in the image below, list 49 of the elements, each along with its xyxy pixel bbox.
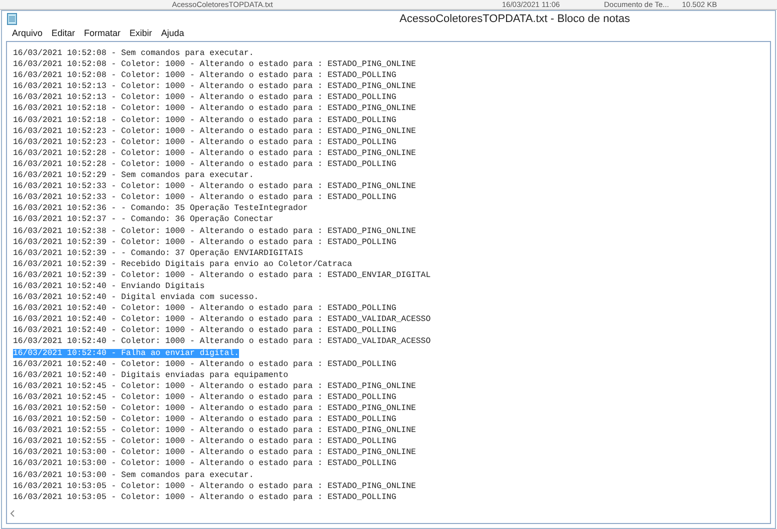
text-line: 16/03/2021 10:52:40 - Enviando Digitais bbox=[13, 282, 205, 291]
window-title: AcessoColetoresTOPDATA.txt - Bloco de notas bbox=[400, 12, 630, 27]
text-line: 16/03/2021 10:52:45 - Coletor: 1000 - Alterando o estado para : ESTADO_POLLING bbox=[13, 392, 396, 402]
text-line: 16/03/2021 10:52:29 - Sem comandos para executar. bbox=[13, 171, 254, 180]
text-line: 16/03/2021 10:53:00 - Coletor: 1000 - Alterando o estado para : ESTADO_PING_ONLINE bbox=[13, 448, 416, 458]
text-line: 16/03/2021 10:52:23 - Coletor: 1000 - Alterando o estado para : ESTADO_POLLING bbox=[13, 138, 396, 147]
text-line: 16/03/2021 10:52:23 - Coletor: 1000 - Alterando o estado para : ESTADO_PING_ONLINE bbox=[13, 126, 416, 136]
text-line: 16/03/2021 10:52:38 - Coletor: 1000 - Alterando o estado para : ESTADO_PING_ONLINE bbox=[13, 226, 416, 236]
text-line: 16/03/2021 10:52:50 - Coletor: 1000 - Alterando o estado para : ESTADO_POLLING bbox=[13, 415, 396, 424]
text-line: 16/03/2021 10:52:28 - Coletor: 1000 - Alterando o estado para : ESTADO_POLLING bbox=[13, 160, 396, 169]
text-line: 16/03/2021 10:52:40 - Digitais enviadas para equipamento bbox=[13, 370, 288, 380]
text-line: 16/03/2021 10:52:39 - Coletor: 1000 - Alterando o estado para : ESTADO_ENVIAR_DIGITAL bbox=[13, 270, 431, 280]
text-line: 16/03/2021 10:52:13 - Coletor: 1000 - Alterando o estado para : ESTADO_PING_ONLINE bbox=[13, 82, 416, 92]
text-line: 16/03/2021 10:52:39 - Coletor: 1000 - Alterando o estado para : ESTADO_POLLING bbox=[13, 238, 396, 247]
menu-item[interactable]: Exibir bbox=[130, 27, 152, 41]
text-line: 16/03/2021 10:52:33 - Coletor: 1000 - Alterando o estado para : ESTADO_POLLING bbox=[13, 193, 396, 202]
text-line: 16/03/2021 10:52:50 - Coletor: 1000 - Alterando o estado para : ESTADO_PING_ONLINE bbox=[13, 404, 416, 413]
text-line: 16/03/2021 10:53:00 - Sem comandos para executar. bbox=[13, 470, 254, 480]
text-line: 16/03/2021 10:52:39 - - Comando: 37 Operação ENVIARDIGITAIS bbox=[13, 248, 303, 258]
text-line: 16/03/2021 10:52:18 - Coletor: 1000 - Alterando o estado para : ESTADO_PING_ONLINE bbox=[13, 104, 416, 114]
text-line: 16/03/2021 10:52:36 - - Comando: 35 Operação TesteIntegrador bbox=[13, 204, 308, 214]
text-line: 16/03/2021 10:52:33 - Coletor: 1000 - Alterando o estado para : ESTADO_PING_ONLINE bbox=[13, 182, 416, 192]
text-line: 16/03/2021 10:53:05 - Coletor: 1000 - Alterando o estado para : ESTADO_POLLING bbox=[13, 492, 396, 502]
text-line: 16/03/2021 10:52:08 - Coletor: 1000 - Alterando o estado para : ESTADO_PING_ONLINE bbox=[13, 60, 416, 70]
menu-item[interactable]: Editar bbox=[52, 27, 76, 41]
text-area[interactable] bbox=[6, 41, 771, 524]
text-line: 16/03/2021 10:52:45 - Coletor: 1000 - Alterando o estado para : ESTADO_PING_ONLINE bbox=[13, 382, 416, 391]
text-line: 16/03/2021 10:52:13 - Coletor: 1000 - Alterando o estado para : ESTADO_POLLING bbox=[13, 93, 396, 102]
text-line: 16/03/2021 10:52:55 - Coletor: 1000 - Alterando o estado para : ESTADO_POLLING bbox=[13, 437, 396, 446]
text-line: 16/03/2021 10:52:37 - - Comando: 36 Operação Conectar bbox=[13, 215, 274, 224]
text-line: 16/03/2021 10:52:40 - Digital enviada com sucesso. bbox=[13, 293, 259, 302]
menu-item[interactable]: Formatar bbox=[84, 27, 121, 41]
text-line: 16/03/2021 10:52:40 - Coletor: 1000 - Alterando o estado para : ESTADO_POLLING bbox=[13, 326, 396, 336]
text-line: 16/03/2021 10:53:00 - Coletor: 1000 - Alterando o estado para : ESTADO_POLLING bbox=[13, 459, 396, 468]
text-line: 16/03/2021 10:52:40 - Coletor: 1000 - Alterando o estado para : ESTADO_VALIDAR_ACESSO bbox=[13, 337, 431, 346]
text-line: 16/03/2021 10:52:18 - Coletor: 1000 - Alterando o estado para : ESTADO_POLLING bbox=[13, 116, 396, 125]
text-line: 16/03/2021 10:52:40 - Coletor: 1000 - Alterando o estado para : ESTADO_POLLING bbox=[13, 360, 396, 369]
menu-item[interactable]: Arquivo bbox=[12, 27, 43, 41]
text-line: 16/03/2021 10:52:08 - Coletor: 1000 - Alterando o estado para : ESTADO_POLLING bbox=[13, 71, 396, 80]
text-line: 16/03/2021 10:52:55 - Coletor: 1000 - Alterando o estado para : ESTADO_PING_ONLINE bbox=[13, 426, 416, 436]
text-line: 16/03/2021 10:52:40 - Coletor: 1000 - Alterando o estado para : ESTADO_VALIDAR_ACESSO bbox=[13, 315, 431, 324]
text-line: 16/03/2021 10:53:05 - Coletor: 1000 - Alterando o estado para : ESTADO_PING_ONLINE bbox=[13, 482, 416, 491]
scroll-left-icon[interactable] bbox=[10, 510, 15, 517]
text-line: 16/03/2021 10:52:08 - Sem comandos para executar. bbox=[13, 49, 254, 58]
text-line: 16/03/2021 10:52:28 - Coletor: 1000 - Alterando o estado para : ESTADO_PING_ONLINE bbox=[13, 148, 416, 158]
text-line: 16/03/2021 10:52:39 - Recebido Digitais para envio ao Coletor/Catraca bbox=[13, 260, 352, 269]
notepad-icon bbox=[7, 13, 17, 25]
text-line: 16/03/2021 10:52:40 - Coletor: 1000 - Alterando o estado para : ESTADO_POLLING bbox=[13, 304, 396, 314]
menu-item[interactable]: Ajuda bbox=[161, 27, 184, 41]
